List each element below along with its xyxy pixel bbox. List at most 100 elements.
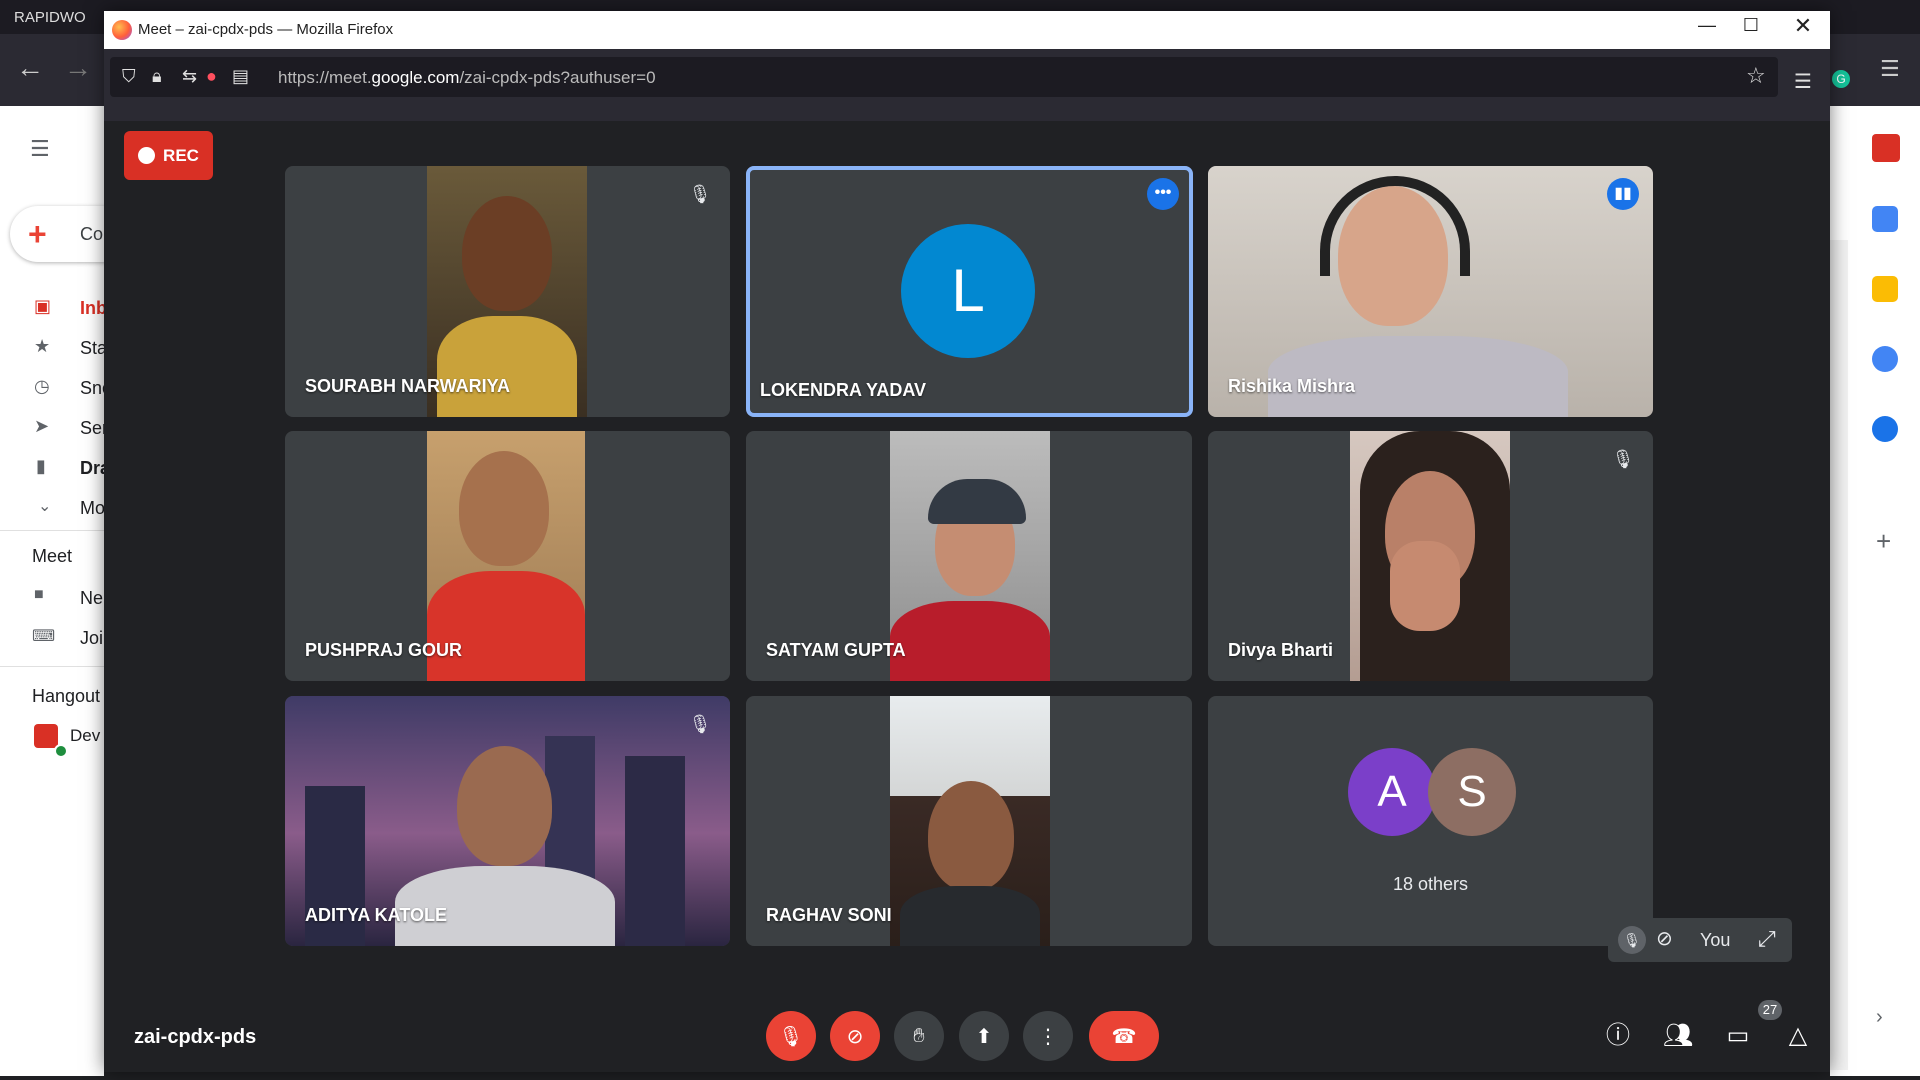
hand-icon: ✋︎ [913, 1024, 925, 1047]
participant-name: Divya Bharti [1228, 640, 1334, 660]
meet-join-meeting[interactable]: Joi [80, 628, 103, 649]
star-icon: ★ [34, 336, 51, 356]
participant-video [890, 431, 1050, 681]
meet-section-title: Meet [32, 546, 73, 566]
reader-icon[interactable]: ▤ [232, 66, 249, 87]
add-icon[interactable]: + [1876, 526, 1891, 557]
menu-icon[interactable]: ☰ [1880, 56, 1900, 82]
plus-icon: + [28, 216, 47, 252]
hangouts-section-title: Hangout [32, 686, 101, 706]
draft-icon: ▮ [36, 456, 46, 476]
present-screen-button[interactable]: ⬆ [959, 1011, 1009, 1061]
gmail-item-inbox[interactable]: Inb [80, 298, 107, 319]
camera-off-icon: ⊘ [846, 1025, 864, 1048]
video-icon: ■ [34, 586, 44, 603]
hamburger-menu-icon[interactable]: ☰ [30, 136, 50, 162]
url-prefix: https://meet. [278, 68, 372, 87]
participant-tile[interactable]: 🎙︎ ADITYA KATOLE [285, 696, 730, 946]
gmail-item-more[interactable]: Mo [80, 498, 105, 519]
speaking-indicator-icon: ▮▮ [1607, 178, 1639, 210]
inbox-icon: ▣ [34, 296, 52, 316]
keep-icon[interactable] [1872, 276, 1898, 302]
participant-name: PUSHPRAJ GOUR [305, 640, 463, 660]
headphones-shape [1320, 176, 1470, 276]
participant-tile-active[interactable]: L ••• LOKENDRA YADAV [746, 166, 1193, 417]
leave-call-button[interactable]: ☎︎ [1089, 1011, 1159, 1061]
participant-tile[interactable]: 🎙︎ SOURABH NARWARIYA [285, 166, 730, 417]
face-shape [459, 451, 549, 566]
participant-name: RAGHAV SONI [766, 905, 892, 925]
bookmark-star-icon[interactable]: ☆ [1746, 63, 1766, 89]
camera-toggle-button[interactable]: ⊘ [830, 1011, 880, 1061]
participant-tile[interactable]: 🎙︎ Divya Bharti [1208, 431, 1653, 681]
divider [0, 666, 104, 667]
face-shape [462, 196, 552, 311]
microphone-sharing-icon[interactable]: ● [206, 66, 217, 87]
chevron-down-icon: ⌄ [38, 498, 52, 515]
others-tile[interactable]: A S 18 others [1208, 696, 1653, 946]
others-avatar: A [1348, 748, 1436, 836]
participant-name: LOKENDRA YADAV [760, 380, 927, 400]
participant-video [890, 696, 1050, 946]
self-label: You [1700, 930, 1731, 950]
meeting-info-icon[interactable]: ⓘ [1598, 1016, 1638, 1056]
raise-hand-button[interactable]: ✋︎ [894, 1011, 944, 1061]
body-shape [437, 316, 577, 417]
shield-icon[interactable]: ⛉ [122, 66, 136, 87]
building-shape [625, 756, 685, 946]
participant-video [1350, 431, 1510, 681]
hangouts-user[interactable]: Dev [70, 726, 100, 746]
rec-label: REC [163, 145, 199, 165]
address-bar[interactable]: ⛉ 🔒︎ ⇆ ● ▤ https://meet.google.com/zai-c… [110, 57, 1778, 97]
back-arrow-icon[interactable]: ← [16, 52, 44, 84]
mic-off-icon: 🎙︎ [688, 184, 712, 204]
participant-name: SOURABH NARWARIYA [305, 376, 511, 396]
send-icon: ➤ [34, 416, 50, 436]
participant-tile[interactable]: RAGHAV SONI [746, 696, 1192, 946]
forward-arrow-icon[interactable]: → [64, 52, 92, 84]
close-icon[interactable]: ✕ [1780, 13, 1826, 39]
grammarly-icon[interactable]: G [1832, 70, 1850, 88]
mic-off-icon: 🎙︎ [1618, 926, 1646, 954]
participant-tile[interactable]: ▮▮ Rishika Mishra [1208, 166, 1653, 417]
minimize-icon[interactable]: — [1684, 15, 1730, 36]
background-scrollbar[interactable] [1830, 240, 1848, 1070]
more-options-icon[interactable]: ••• [1147, 178, 1179, 210]
mic-off-icon: 🎙︎ [688, 714, 712, 734]
expand-icon[interactable]: ⤢ [1758, 926, 1776, 952]
app-menu-icon[interactable]: ☰ [1794, 69, 1812, 94]
self-preview[interactable]: 🎙︎ ⊘ You ⤢ [1608, 918, 1792, 962]
chat-icon[interactable]: ▭ [1718, 1016, 1758, 1056]
calendar-icon[interactable] [1872, 206, 1898, 232]
camera-off-icon: ⊘ [1656, 928, 1673, 950]
firefox-window: Meet – zai-cpdx-pds — Mozilla Firefox — … [104, 11, 1830, 1072]
activities-icon[interactable]: △ [1778, 1016, 1818, 1056]
tasks-icon[interactable] [1872, 346, 1898, 372]
clock-icon: ◷ [34, 376, 50, 396]
permissions-icon[interactable]: ⇆ [182, 66, 197, 87]
participant-tile[interactable]: PUSHPRAJ GOUR [285, 431, 730, 681]
profile-avatar[interactable] [1872, 134, 1900, 162]
mic-toggle-button[interactable]: 🎙︎ [766, 1011, 816, 1061]
others-avatar: S [1428, 748, 1516, 836]
url-text[interactable]: https://meet.google.com/zai-cpdx-pds?aut… [278, 68, 656, 88]
background-tab-title[interactable]: RAPIDWO [14, 9, 86, 26]
maximize-icon[interactable]: ☐ [1728, 15, 1774, 36]
meet-stage: REC 🎙︎ SOURABH NARWARIYA L ••• LOKENDRA … [104, 121, 1830, 1072]
participant-tile[interactable]: SATYAM GUPTA [746, 431, 1192, 681]
people-icon[interactable]: 👥︎ [1658, 1016, 1698, 1056]
recording-indicator[interactable]: REC [124, 131, 213, 180]
cap-shape [928, 479, 1026, 524]
contacts-icon[interactable] [1872, 416, 1898, 442]
meet-new-meeting[interactable]: Ne [80, 588, 103, 609]
face-shape [457, 746, 552, 866]
participant-name: SATYAM GUPTA [766, 640, 906, 660]
more-vert-icon: ⋮ [1038, 1025, 1058, 1048]
lock-icon[interactable]: 🔒︎ [152, 66, 162, 87]
present-icon: ⬆ [975, 1025, 993, 1048]
participant-name: Rishika Mishra [1228, 376, 1356, 396]
url-path: /zai-cpdx-pds?authuser=0 [459, 68, 656, 87]
chevron-right-icon[interactable]: › [1876, 1006, 1883, 1029]
more-options-button[interactable]: ⋮ [1023, 1011, 1073, 1061]
gmail-item-starred[interactable]: Sta [80, 338, 107, 359]
